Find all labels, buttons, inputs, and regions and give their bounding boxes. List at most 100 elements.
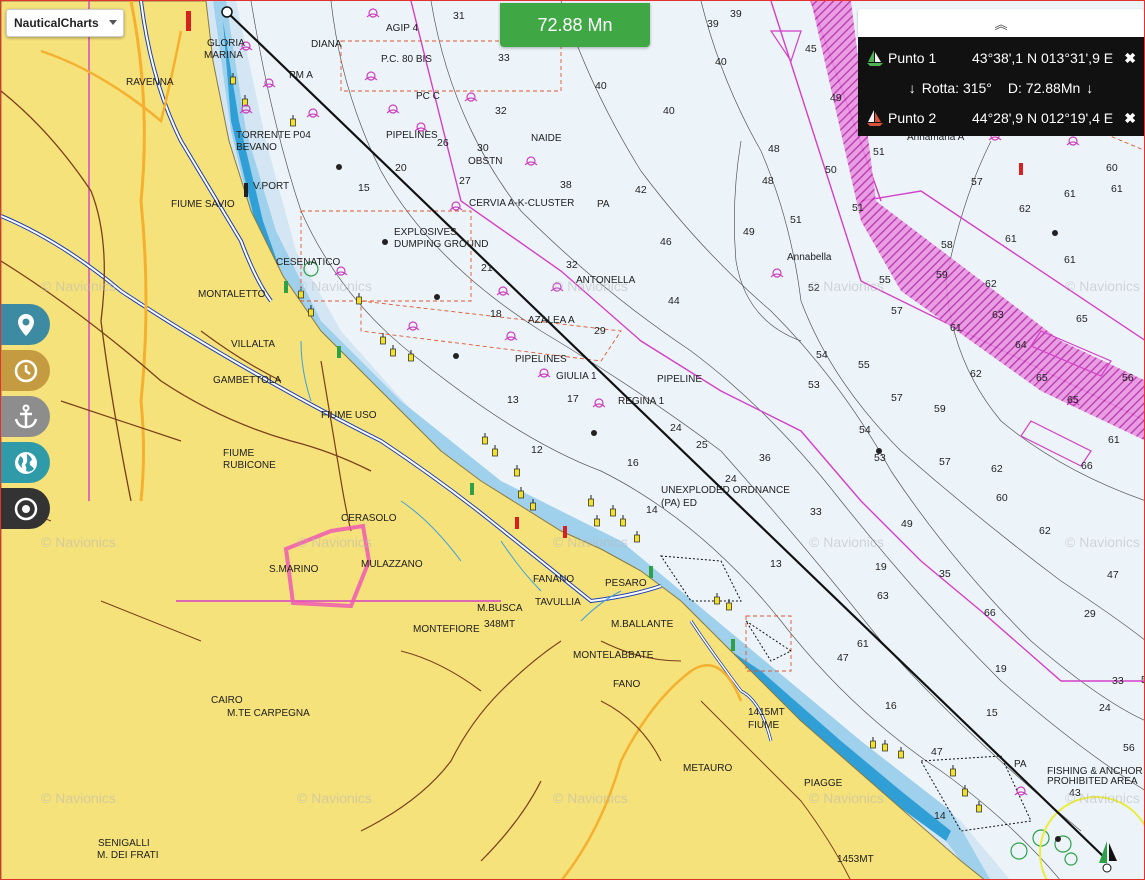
depth-sounding: 57: [939, 456, 951, 468]
place-name-label: FIUME SAVIO: [171, 199, 235, 210]
sea-feature-label: UNEXPLODED ORDNANCE: [661, 485, 790, 496]
distance-badge: 72.88 Mn: [500, 3, 650, 47]
depth-sounding: 63: [877, 590, 889, 602]
remove-point-1-button[interactable]: ✖: [1122, 50, 1136, 67]
depth-sounding: 65: [1067, 394, 1079, 406]
depth-sounding: 57: [971, 176, 983, 188]
point-1-coords: 43°38',1 N 013°31',9 E: [972, 50, 1114, 66]
depth-sounding: 58: [941, 239, 953, 251]
depth-sounding: 50: [825, 164, 837, 176]
depth-sounding: 25: [696, 439, 708, 451]
navionics-watermark: © Navionics: [297, 790, 372, 806]
history-button[interactable]: [1, 350, 50, 391]
depth-sounding: 51: [873, 146, 885, 158]
depth-sounding: 62: [1039, 525, 1051, 537]
depth-sounding: 65: [1036, 372, 1048, 384]
place-name-label: PESARO: [605, 578, 647, 589]
depth-sounding: 17: [567, 393, 579, 405]
settings-button[interactable]: [1, 488, 50, 529]
chart-type-dropdown[interactable]: NauticalCharts: [6, 9, 124, 37]
place-name-label: RUBICONE: [223, 460, 276, 471]
place-name-label: M.BUSCA: [477, 603, 523, 614]
arrow-down-icon: ↓: [908, 80, 916, 96]
depth-sounding: 40: [663, 105, 675, 117]
route-heading: Rotta: 315°: [921, 80, 992, 96]
remove-point-2-button[interactable]: ✖: [1122, 110, 1136, 127]
location-pin-icon: [17, 313, 34, 336]
sea-feature-label: PC C: [416, 91, 440, 102]
depth-sounding: 65: [1076, 313, 1088, 325]
route-distance: D: 72.88Mn: [1007, 80, 1081, 96]
depth-sounding: 53: [808, 379, 820, 391]
location-pin-button[interactable]: [1, 304, 50, 345]
depth-sounding: 62: [991, 463, 1003, 475]
depth-sounding: 12: [531, 444, 543, 456]
anchor-button[interactable]: [1, 396, 50, 437]
depth-sounding: 49: [830, 92, 842, 104]
point-2-label: Punto 2: [888, 110, 937, 126]
map-viewport[interactable]: GLORIA MARINA RAVENNA TORRENTE BEVANO V.PORT F…: [0, 0, 1145, 880]
sea-feature-label: CERVIA A-K-CLUSTER: [469, 198, 574, 209]
sea-feature-label: NAIDE: [531, 133, 562, 144]
depth-sounding: 24: [670, 422, 682, 434]
depth-sounding: 51: [852, 202, 864, 214]
left-toolbar: [1, 304, 50, 534]
sea-feature-label: PIPELINES: [515, 354, 567, 365]
depth-sounding: 24: [1099, 702, 1111, 714]
place-name-label: FANANO: [533, 574, 574, 585]
green-sailboat-icon: [867, 50, 883, 66]
place-name-label: M.BALLANTE: [611, 619, 674, 630]
point-1-label: Punto 1: [888, 50, 937, 66]
collapse-panel-button[interactable]: ︽: [858, 9, 1144, 37]
depth-sounding: 15: [358, 182, 370, 194]
sea-feature-label: OBSTN: [468, 156, 502, 167]
depth-sounding: 55: [858, 359, 870, 371]
depth-sounding: 62: [1019, 203, 1031, 215]
depth-sounding: 13: [507, 394, 519, 406]
place-name-label: FIUME: [223, 448, 254, 459]
depth-sounding: 30: [477, 142, 489, 154]
depth-sounding: 21: [481, 262, 493, 274]
map-layers-button[interactable]: [1, 442, 50, 483]
chevron-down-icon: [109, 20, 117, 25]
sea-feature-label: AZALEA A: [528, 315, 575, 326]
depth-sounding: 24: [725, 473, 737, 485]
route-start-marker[interactable]: [221, 6, 233, 18]
sea-feature-label: DUMPING GROUND: [394, 239, 488, 250]
navionics-watermark: © Navionics: [41, 278, 116, 294]
navionics-watermark: © Navionics: [1065, 278, 1140, 294]
place-name-label: CAIRO: [211, 695, 243, 706]
depth-sounding: 36: [759, 452, 771, 464]
depth-sounding: 47: [1107, 569, 1119, 581]
red-sailboat-icon: [867, 110, 883, 126]
sea-feature-label: PA: [1014, 759, 1027, 770]
place-name-label: V.PORT: [253, 181, 289, 192]
depth-sounding: 57: [891, 305, 903, 317]
sea-feature-label: GIULIA 1: [556, 371, 597, 382]
place-name-label: CERASOLO: [341, 513, 397, 524]
depth-sounding: 48: [762, 175, 774, 187]
sea-feature-label: P.C. 80 BIS: [381, 54, 432, 65]
point-2-coords: 44°28',9 N 012°19',4 E: [972, 110, 1114, 126]
place-name-label: FANO: [613, 679, 640, 690]
depth-sounding: 54: [859, 424, 871, 436]
depth-sounding: 32: [495, 105, 507, 117]
place-name-label: MONTEFIORE: [413, 624, 480, 635]
navionics-watermark: © Navionics: [809, 278, 884, 294]
point-1-row: Punto 1 43°38',1 N 013°31',9 E ✖: [866, 47, 1136, 69]
depth-sounding: 61: [1064, 188, 1076, 200]
depth-sounding: 49: [743, 226, 755, 238]
place-name-label: MONTALETTO: [198, 289, 266, 300]
depth-sounding: 60: [996, 492, 1008, 504]
sea-feature-label: REGINA 1: [618, 396, 665, 407]
depth-sounding: 33: [498, 52, 510, 64]
target-icon: [14, 497, 37, 520]
depth-sounding: 39: [707, 18, 719, 30]
depth-sounding: 31: [453, 10, 465, 22]
navionics-watermark: © Navionics: [1065, 534, 1140, 550]
route-summary: ↓ Rotta: 315° D: 72.88Mn ↓: [858, 77, 1144, 99]
place-name-label: GLORIA: [207, 38, 245, 49]
depth-sounding: 66: [984, 607, 996, 619]
depth-sounding: 51: [790, 214, 802, 226]
depth-sounding: 38: [560, 179, 572, 191]
